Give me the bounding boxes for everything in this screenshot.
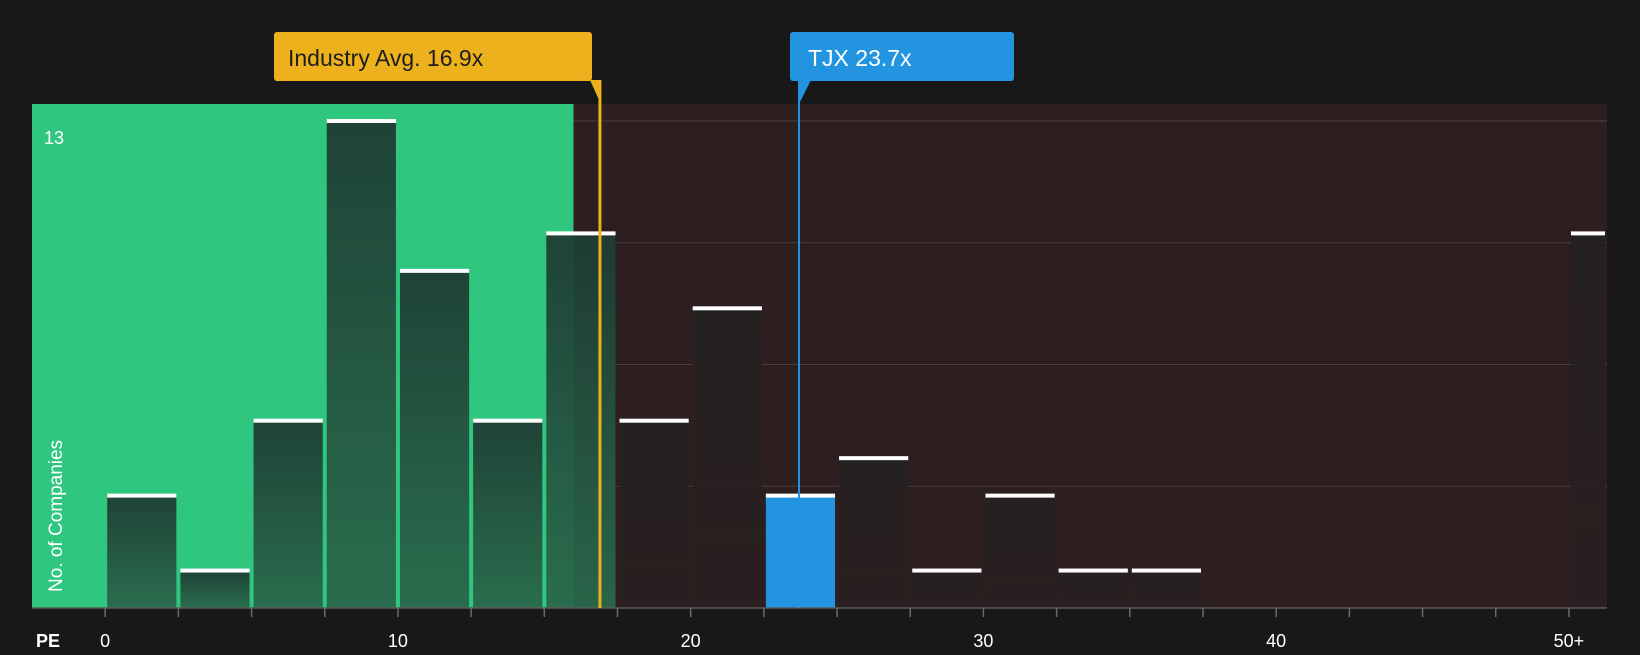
histogram-bar [765,495,836,608]
histogram-bar-top [473,418,543,423]
histogram-bar [1058,570,1128,608]
x-tick-label: 30 [973,631,993,650]
histogram-bar-top [912,568,982,573]
industry-avg-callout-label: Industry Avg. 16.9x [288,45,484,71]
histogram-bar-top [1570,231,1605,236]
y-axis-title: No. of Companies [46,440,67,592]
company-pointer [799,80,812,104]
histogram-bar [839,458,909,608]
y-axis-max-label: 13 [44,128,64,148]
pe-distribution-chart: 0 10 20 30 40 50+ 13 No. of Companies PE Indu… [0,0,1640,651]
company-callout: TJX 23.7x [790,32,1014,81]
histogram-bar-top [180,568,250,573]
histogram-bar-top [839,456,909,461]
histogram-bar-top [765,493,836,498]
histogram-bar-top [1131,568,1202,573]
histogram-bar [1131,570,1202,608]
histogram-bar-top [692,306,762,311]
x-axis: 0 10 20 30 40 50+ [32,607,1607,651]
x-tick-label: 20 [681,631,701,650]
histogram-bar-top [253,418,323,423]
histogram-bar-top [619,418,689,423]
histogram-bar-top [546,231,616,236]
histogram-bar [107,495,177,608]
histogram-bar [399,270,470,608]
histogram-bar [326,121,396,608]
company-callout-label: TJX 23.7x [808,45,912,71]
histogram-bar [473,420,543,608]
x-tick-label: 50+ [1554,631,1585,650]
industry-avg-callout: Industry Avg. 16.9x [274,32,592,81]
histogram-bar [253,420,323,608]
x-tick-label: 40 [1266,631,1286,650]
x-tick-label: 0 [100,631,110,650]
histogram-bar-top [399,268,470,273]
histogram-bar [692,308,762,608]
histogram-bar [912,570,982,608]
histogram-bar-top [326,119,396,123]
histogram-bar [985,495,1055,608]
histogram-bar-top [1058,568,1128,573]
chart-svg: 0 10 20 30 40 50+ 13 No. of Companies PE Indu… [32,32,1607,651]
histogram-bar [1570,233,1605,608]
histogram-bar [546,233,616,608]
histogram-bar-top [107,493,177,498]
x-axis-title: PE [36,631,60,650]
histogram-bar [619,420,689,608]
histogram-bar-top [985,493,1055,498]
x-tick-label: 10 [388,631,408,650]
histogram-bar [180,570,250,608]
